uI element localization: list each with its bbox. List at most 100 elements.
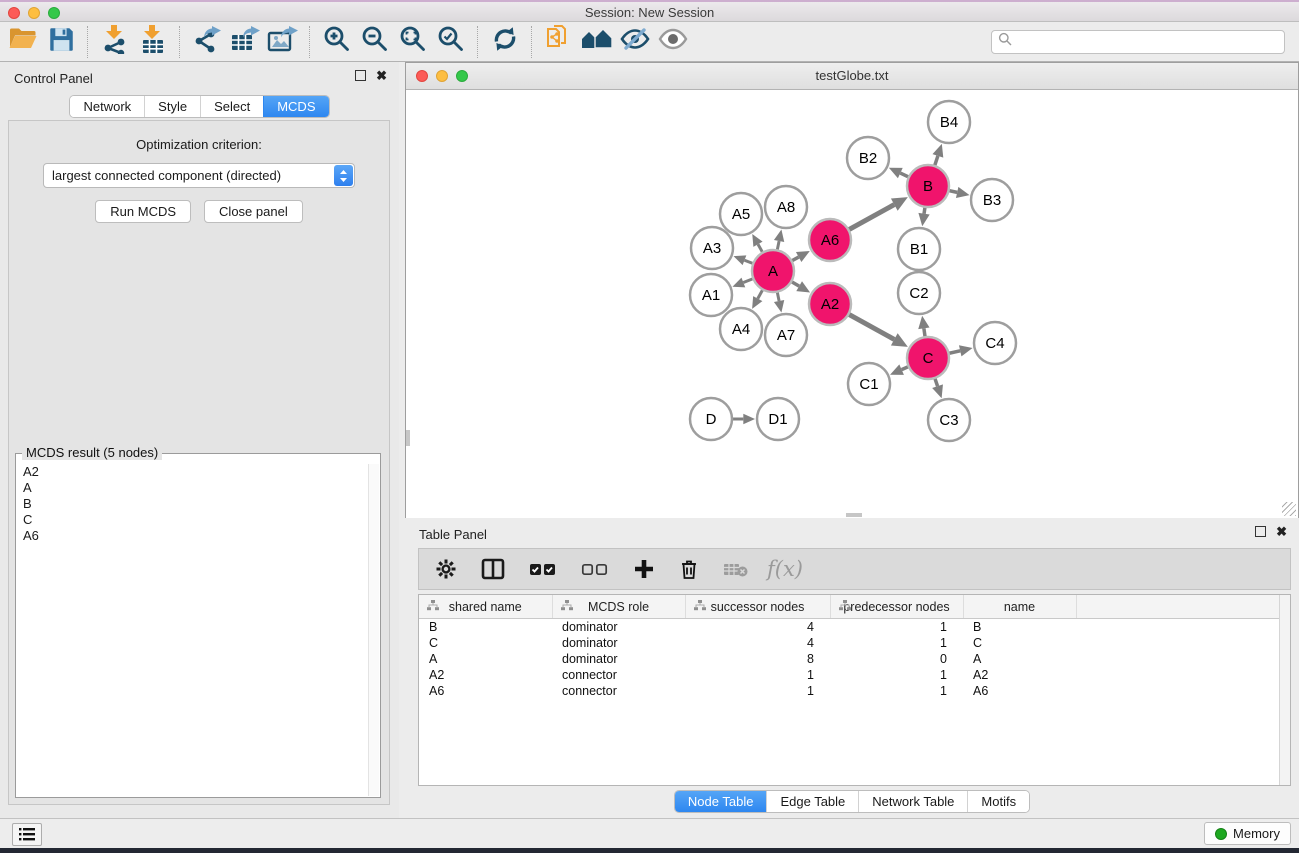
float-panel-icon[interactable] — [355, 70, 366, 81]
cell-successor-nodes[interactable]: 4 — [685, 619, 830, 636]
cell-successor-nodes[interactable]: 4 — [685, 635, 830, 651]
edge-A6-B[interactable] — [844, 197, 908, 232]
export-image-button[interactable] — [264, 25, 302, 59]
task-history-button[interactable] — [12, 823, 42, 846]
cell-name[interactable]: A — [963, 651, 1076, 667]
node-B2[interactable]: B2 — [847, 137, 889, 179]
node-C2[interactable]: C2 — [898, 272, 940, 314]
apply-layout-button[interactable] — [486, 25, 524, 59]
show-columns-button[interactable] — [481, 558, 505, 580]
cell-MCDS-role[interactable]: connector — [552, 667, 685, 683]
column-header-name[interactable]: name — [963, 595, 1076, 619]
cell-shared-name[interactable]: A2 — [419, 667, 552, 683]
edge-A2-C[interactable] — [844, 312, 908, 347]
cell-predecessor-nodes[interactable]: 1 — [830, 683, 963, 699]
node-B4[interactable]: B4 — [928, 101, 970, 143]
show-all-networks-button[interactable] — [578, 25, 616, 59]
network-from-file-button[interactable] — [540, 25, 578, 59]
save-session-button[interactable] — [42, 25, 80, 59]
tab-network-table[interactable]: Network Table — [858, 791, 967, 812]
node-C4[interactable]: C4 — [974, 322, 1016, 364]
canvas-vertical-scrollbar[interactable] — [406, 430, 410, 446]
export-table-button[interactable] — [226, 25, 264, 59]
node-A5[interactable]: A5 — [720, 193, 762, 235]
zoom-selected-button[interactable] — [432, 25, 470, 59]
table-row[interactable]: A2connector11A2 — [419, 667, 1290, 683]
node-C3[interactable]: C3 — [928, 399, 970, 441]
node-C[interactable]: C — [907, 337, 949, 379]
node-A1[interactable]: A1 — [690, 274, 732, 316]
cell-shared-name[interactable]: A — [419, 651, 552, 667]
node-B1[interactable]: B1 — [898, 228, 940, 270]
table-scrollbar[interactable] — [1279, 595, 1290, 785]
cell-name[interactable]: A2 — [963, 667, 1076, 683]
cell-shared-name[interactable]: B — [419, 619, 552, 636]
node-A6[interactable]: A6 — [809, 219, 851, 261]
open-session-button[interactable] — [4, 25, 42, 59]
import-network-button[interactable] — [96, 25, 134, 59]
cell-predecessor-nodes[interactable]: 1 — [830, 635, 963, 651]
add-row-button[interactable] — [633, 558, 655, 580]
network-canvas[interactable]: B4B2BB3B1A5A8A6A3AA1A2C2A4A7CC4C1C3DD1 — [406, 90, 1298, 518]
tab-style[interactable]: Style — [144, 96, 200, 117]
cell-shared-name[interactable]: A6 — [419, 683, 552, 699]
cell-successor-nodes[interactable]: 1 — [685, 683, 830, 699]
criterion-dropdown[interactable]: largest connected component (directed) — [43, 163, 355, 188]
table-row[interactable]: Bdominator41B — [419, 619, 1290, 636]
export-network-button[interactable] — [188, 25, 226, 59]
tab-edge-table[interactable]: Edge Table — [766, 791, 858, 812]
column-header-shared-name[interactable]: shared name — [419, 595, 552, 619]
resize-grip[interactable] — [1282, 502, 1296, 516]
cell-name[interactable]: B — [963, 619, 1076, 636]
node-A7[interactable]: A7 — [765, 314, 807, 356]
table-row[interactable]: Adominator80A — [419, 651, 1290, 667]
show-all-button[interactable] — [654, 25, 692, 59]
tab-select[interactable]: Select — [200, 96, 263, 117]
delete-row-button[interactable] — [679, 558, 699, 580]
cell-predecessor-nodes[interactable]: 1 — [830, 619, 963, 636]
table-row[interactable]: A6connector11A6 — [419, 683, 1290, 699]
close-panel-button[interactable]: Close panel — [204, 200, 303, 223]
tab-node-table[interactable]: Node Table — [675, 791, 767, 812]
search-field[interactable] — [991, 30, 1285, 54]
canvas-horizontal-scrollbar[interactable] — [846, 513, 862, 517]
select-all-button[interactable] — [529, 561, 557, 577]
table-settings-button[interactable] — [435, 558, 457, 580]
cell-predecessor-nodes[interactable]: 0 — [830, 651, 963, 667]
close-panel-icon[interactable]: ✖ — [1276, 526, 1287, 537]
node-A3[interactable]: A3 — [691, 227, 733, 269]
node-A8[interactable]: A8 — [765, 186, 807, 228]
result-scrollbar[interactable] — [368, 464, 379, 796]
node-D1[interactable]: D1 — [757, 398, 799, 440]
import-table-button[interactable] — [134, 25, 172, 59]
node-B[interactable]: B — [907, 165, 949, 207]
node-A4[interactable]: A4 — [720, 308, 762, 350]
column-header-predecessor-nodes[interactable]: predecessor nodes — [830, 595, 963, 619]
column-header-MCDS-role[interactable]: MCDS role — [552, 595, 685, 619]
memory-button[interactable]: Memory — [1204, 822, 1291, 845]
run-mcds-button[interactable]: Run MCDS — [95, 200, 191, 223]
mcds-result-list[interactable]: A2ABCA6 — [17, 464, 368, 796]
mcds-result-item[interactable]: A — [17, 480, 368, 496]
tab-mcds[interactable]: MCDS — [263, 96, 328, 117]
cell-MCDS-role[interactable]: dominator — [552, 619, 685, 636]
mcds-result-item[interactable]: A6 — [17, 528, 368, 544]
node-C1[interactable]: C1 — [848, 363, 890, 405]
node-D[interactable]: D — [690, 398, 732, 440]
close-panel-icon[interactable]: ✖ — [376, 70, 387, 81]
node-B3[interactable]: B3 — [971, 179, 1013, 221]
cell-successor-nodes[interactable]: 1 — [685, 667, 830, 683]
zoom-fit-button[interactable] — [394, 25, 432, 59]
search-input[interactable] — [1016, 33, 1284, 50]
mcds-result-item[interactable]: B — [17, 496, 368, 512]
node-A2[interactable]: A2 — [809, 283, 851, 325]
cell-MCDS-role[interactable]: dominator — [552, 635, 685, 651]
cell-predecessor-nodes[interactable]: 1 — [830, 667, 963, 683]
cell-MCDS-role[interactable]: connector — [552, 683, 685, 699]
cell-name[interactable]: C — [963, 635, 1076, 651]
function-builder-button[interactable]: f(x) — [767, 557, 803, 581]
cell-successor-nodes[interactable]: 8 — [685, 651, 830, 667]
cell-MCDS-role[interactable]: dominator — [552, 651, 685, 667]
cell-shared-name[interactable]: C — [419, 635, 552, 651]
deselect-all-button[interactable] — [581, 561, 609, 577]
